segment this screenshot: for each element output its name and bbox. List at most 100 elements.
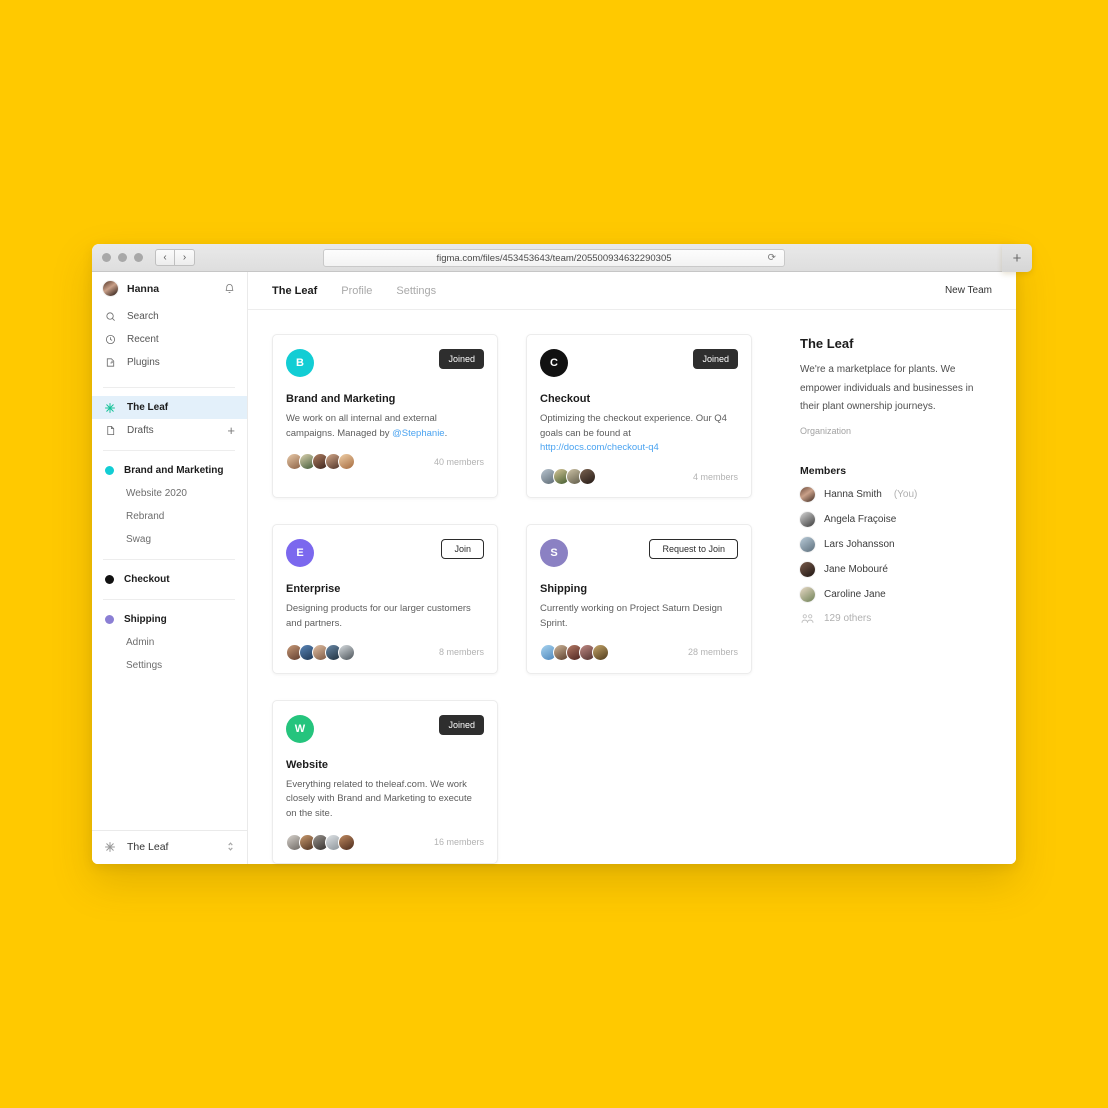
card-description-text: Currently working on Project Saturn Desi… xyxy=(540,603,723,629)
page-title: The Leaf xyxy=(800,336,854,351)
members-heading: Members xyxy=(800,464,847,477)
divider xyxy=(103,599,235,600)
team-avatar: S xyxy=(540,539,568,568)
tab-settings[interactable]: Settings xyxy=(396,285,436,297)
maximize-window-icon[interactable] xyxy=(134,253,143,262)
sidebar-project-settings[interactable]: Settings xyxy=(92,654,247,677)
content-area: B Joined Brand and Marketing We work on … xyxy=(248,310,1016,864)
member-row[interactable]: Hanna Smith (You) xyxy=(800,486,992,502)
join-button[interactable]: Join xyxy=(441,539,484,560)
member-row[interactable]: Jane Mobouré xyxy=(800,561,992,577)
member-avatar xyxy=(800,486,815,502)
new-team-button[interactable]: New Team xyxy=(945,285,992,296)
mention-link[interactable]: @Stephanie xyxy=(392,428,444,439)
joined-button[interactable]: Joined xyxy=(693,349,738,369)
team-card[interactable]: S Request to Join Shipping Currently wor… xyxy=(526,524,752,674)
card-description: Designing products for our larger custom… xyxy=(286,602,484,631)
sidebar-item-label: Recent xyxy=(127,334,159,345)
member-facepile[interactable] xyxy=(540,643,609,661)
sidebar-project-swag[interactable]: Swag xyxy=(92,528,247,551)
add-draft-button[interactable]: + xyxy=(227,424,235,437)
search-icon xyxy=(103,311,117,322)
tab-profile[interactable]: Profile xyxy=(341,285,372,297)
card-description: Currently working on Project Saturn Desi… xyxy=(540,602,738,631)
sidebar-item-recent[interactable]: Recent xyxy=(92,328,247,351)
main-area: The Leaf Profile Settings New Team B Joi… xyxy=(248,272,1016,864)
card-footer: 16 members xyxy=(286,833,484,851)
sidebar-project-admin[interactable]: Admin xyxy=(92,631,247,654)
card-header: B Joined xyxy=(286,349,484,377)
sidebar-team-checkout[interactable]: Checkout xyxy=(92,568,247,591)
other-members-label: 129 others xyxy=(824,612,872,624)
team-card[interactable]: E Join Enterprise Designing products for… xyxy=(272,524,498,674)
team-avatar: B xyxy=(286,349,314,377)
new-tab-button[interactable]: + xyxy=(1002,244,1032,272)
chevron-updown-icon[interactable] xyxy=(226,840,235,855)
request-to-join-button[interactable]: Request to Join xyxy=(649,539,738,560)
member-facepile[interactable] xyxy=(286,453,355,471)
you-tag: (You) xyxy=(893,488,918,500)
member-count: 28 members xyxy=(687,647,738,658)
member-facepile[interactable] xyxy=(540,468,596,486)
card-description-text: Designing products for our larger custom… xyxy=(286,603,471,629)
member-avatar xyxy=(338,833,355,851)
card-description-suffix: . xyxy=(444,427,448,439)
sidebar-team-shipping[interactable]: Shipping xyxy=(92,608,247,631)
other-members-row[interactable]: 129 others xyxy=(800,613,992,624)
member-facepile[interactable] xyxy=(286,833,355,851)
sidebar-project-rebrand[interactable]: Rebrand xyxy=(92,505,247,528)
member-avatar xyxy=(800,561,815,577)
member-row[interactable]: Lars Johansson xyxy=(800,536,992,552)
sidebar-item-drafts[interactable]: Drafts + xyxy=(92,419,247,442)
sidebar-team-brand-and-marketing[interactable]: Brand and Marketing xyxy=(92,459,247,482)
sidebar-project-website-2020[interactable]: Website 2020 xyxy=(92,482,247,505)
sidebar-item-the-leaf[interactable]: The Leaf xyxy=(92,396,247,419)
team-description: We're a marketplace for plants. We empow… xyxy=(800,364,974,412)
card-title: Website xyxy=(286,758,328,771)
minimize-window-icon[interactable] xyxy=(118,253,127,262)
team-color-dot xyxy=(105,466,114,475)
close-window-icon[interactable] xyxy=(102,253,111,262)
address-bar[interactable]: figma.com/files/453453643/team/205500934… xyxy=(323,249,785,267)
member-name: Caroline Jane xyxy=(824,588,886,600)
joined-button[interactable]: Joined xyxy=(439,714,484,735)
tab-the-leaf[interactable]: The Leaf xyxy=(272,285,317,297)
back-button[interactable]: ‹ xyxy=(155,249,175,266)
card-description: Everything related to theleaf.com. We wo… xyxy=(286,778,484,822)
sidebar-team-label: Brand and Marketing xyxy=(124,465,224,476)
forward-button[interactable]: › xyxy=(175,249,195,266)
member-facepile[interactable] xyxy=(286,643,355,661)
team-avatar: C xyxy=(540,349,568,377)
member-name: Jane Mobouré xyxy=(824,563,888,575)
member-row[interactable]: Angela Fraçoise xyxy=(800,511,992,527)
plugin-icon xyxy=(103,357,117,368)
navigation-buttons: ‹ › xyxy=(155,249,195,266)
sidebar-user[interactable]: Hanna xyxy=(92,272,247,305)
joined-button[interactable]: Joined xyxy=(439,349,484,369)
sidebar-team-label: Shipping xyxy=(124,614,167,625)
workspace-switcher[interactable]: The Leaf xyxy=(92,829,247,864)
team-card[interactable]: C Joined Checkout Optimizing the checkou… xyxy=(526,334,752,499)
workspace-switcher-label: The Leaf xyxy=(127,841,169,854)
member-row[interactable]: Caroline Jane xyxy=(800,586,992,602)
member-name: Hanna Smith xyxy=(824,488,882,500)
divider xyxy=(103,450,235,451)
reload-icon[interactable]: ⟳ xyxy=(768,253,776,264)
external-link[interactable]: http://docs.com/checkout-q4 xyxy=(540,442,659,453)
main-topbar: The Leaf Profile Settings New Team xyxy=(248,272,1016,310)
sidebar-item-plugins[interactable]: Plugins xyxy=(92,351,247,374)
team-card[interactable]: B Joined Brand and Marketing We work on … xyxy=(272,334,498,499)
card-title: Enterprise xyxy=(286,583,341,596)
asterisk-icon xyxy=(103,402,117,414)
bell-icon[interactable] xyxy=(224,283,235,294)
card-footer: 4 members xyxy=(540,468,738,486)
team-card-grid: B Joined Brand and Marketing We work on … xyxy=(272,334,772,864)
card-header: S Request to Join xyxy=(540,539,738,568)
people-icon xyxy=(800,613,815,624)
sidebar-project-label: Website 2020 xyxy=(126,488,187,499)
sidebar-item-search[interactable]: Search xyxy=(92,305,247,328)
team-card[interactable]: W Joined Website Everything related to t… xyxy=(272,699,498,864)
card-description-text: Everything related to theleaf.com. We wo… xyxy=(286,778,472,820)
card-title: Checkout xyxy=(540,393,591,405)
sidebar-item-label: The Leaf xyxy=(127,402,169,413)
